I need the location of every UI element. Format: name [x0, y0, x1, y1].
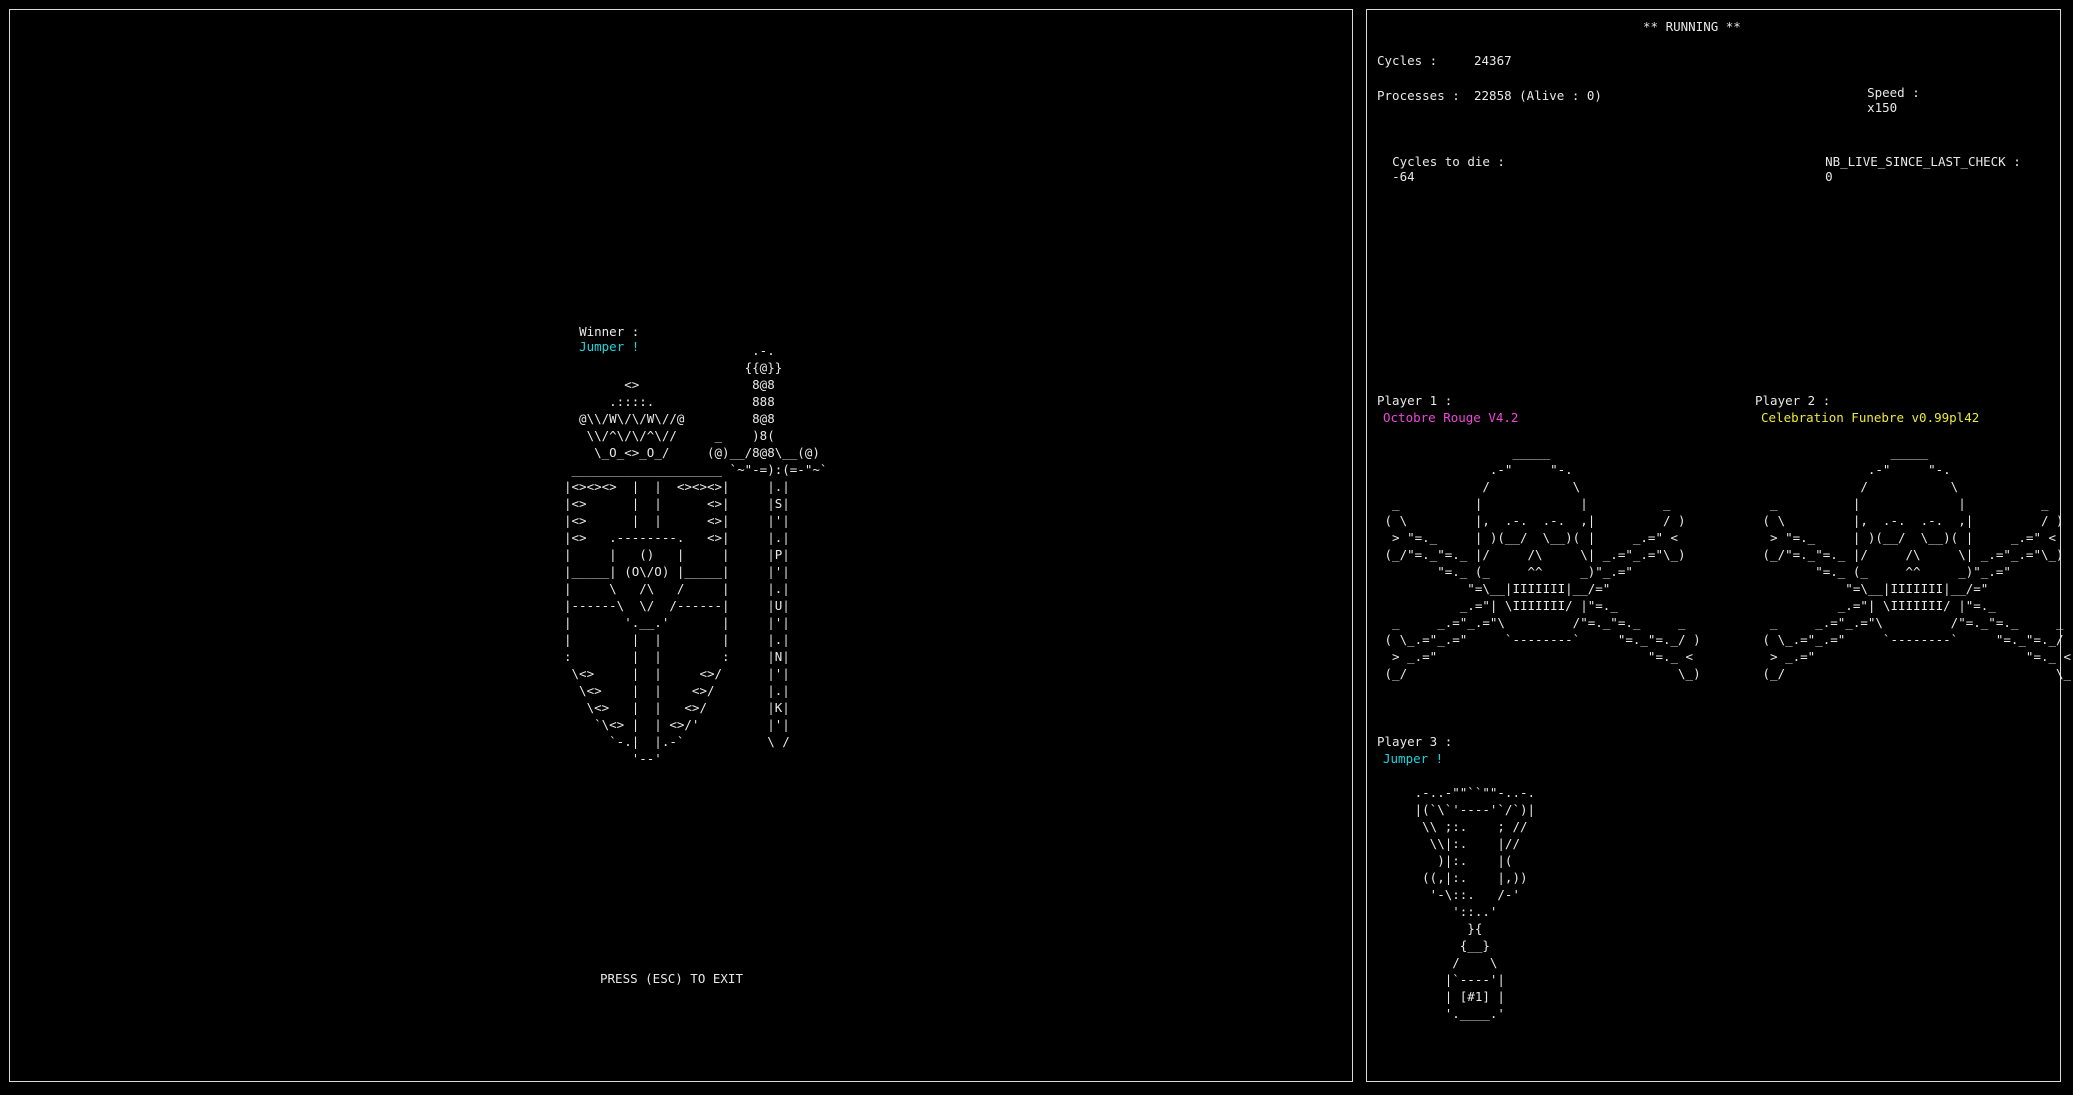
- nb-live-label: NB_LIVE_SINCE_LAST_CHECK :: [1825, 154, 2021, 169]
- player-3-label: Player 3 :: [1377, 734, 1453, 749]
- winner-label: Winner :: [579, 324, 640, 339]
- player-2-skull-art: _____ .-" "-. / \ _ | | _ ( \ |, .-. .-.…: [1762, 445, 2073, 681]
- player-3-trophy-art: .-..-""``""-..-. |(`\`'----'`/`)| \\ ;:.…: [1414, 785, 1536, 1021]
- cycles-label: Cycles :: [1377, 53, 1438, 68]
- nb-live-value: 0: [1825, 169, 1833, 184]
- cycles-to-die-label: Cycles to die :: [1392, 154, 1505, 169]
- player-2-name: Celebration Funebre v0.99pl42: [1761, 410, 1980, 425]
- cycles-value: 24367: [1474, 53, 1512, 68]
- speed-value: x150: [1867, 100, 1898, 115]
- speed-readout: Speed : x150: [1852, 70, 1920, 115]
- player-1-label: Player 1 :: [1377, 393, 1453, 408]
- player-1-skull-art: _____ .-" "-. / \ _ | | _ ( \ |, .-. .-.…: [1384, 445, 1701, 681]
- player-3-name: Jumper !: [1383, 751, 1444, 766]
- nb-live-since-last-check: NB_LIVE_SINCE_LAST_CHECK : 0: [1810, 139, 2021, 184]
- processes-value: 22858 (Alive : 0): [1474, 88, 1602, 103]
- processes-label: Processes :: [1377, 88, 1460, 103]
- exit-hint: PRESS (ESC) TO EXIT: [600, 971, 743, 986]
- player-1-name: Octobre Rouge V4.2: [1383, 410, 1519, 425]
- speed-label: Speed :: [1867, 85, 1920, 100]
- winner-trophy-art: .-. {{@}} <> 8@8 .::::. 888 @\\/W\/\/W\/…: [564, 343, 828, 766]
- cycles-to-die: Cycles to die : -64: [1377, 139, 1505, 184]
- player-2-label: Player 2 :: [1755, 393, 1831, 408]
- status-title: ** RUNNING **: [1643, 19, 1741, 34]
- cycles-to-die-value: -64: [1392, 169, 1415, 184]
